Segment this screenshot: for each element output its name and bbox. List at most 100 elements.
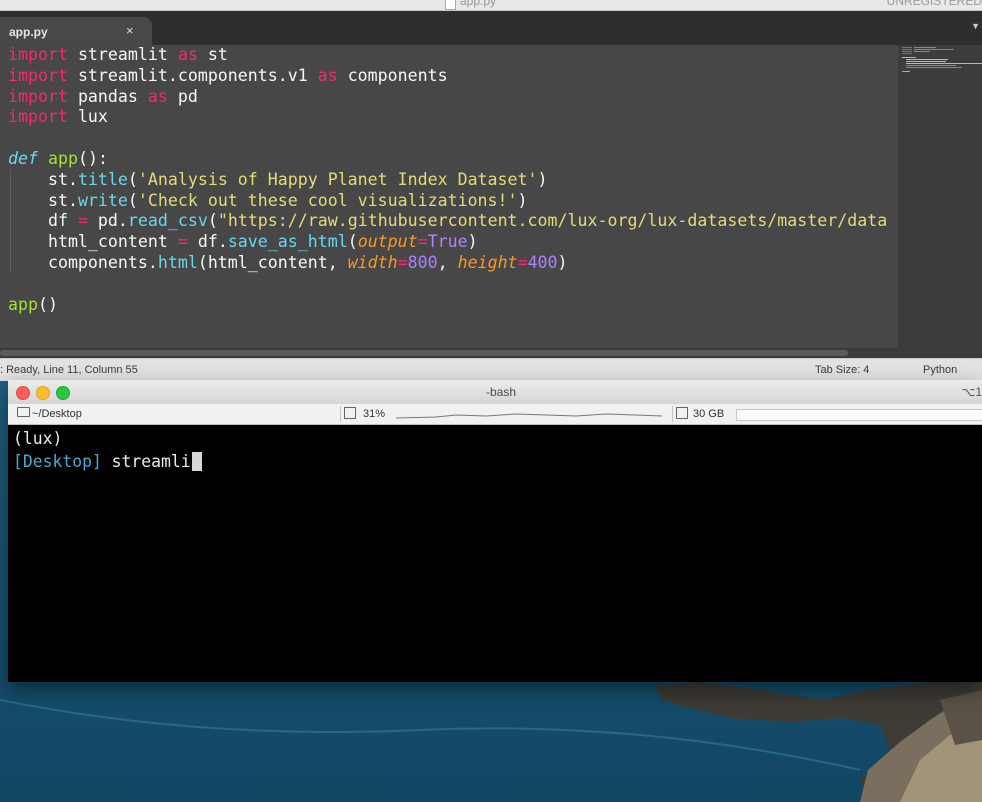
code-token: as [317,65,338,85]
code-token: width [347,252,398,272]
code-token: ) [557,252,568,272]
code-token: import [8,65,68,85]
prompt: [Desktop] [13,452,102,471]
cpu-usage: 31% [363,408,386,420]
code-token: as [147,86,168,106]
code-token: ) [537,169,548,189]
command-line[interactable]: [Desktop] streamli [13,452,202,471]
current-directory[interactable]: ~/Desktop [32,408,82,420]
code-line[interactable]: ​ [8,274,887,295]
memory-icon [676,407,688,419]
code-token: read_csv [127,211,208,231]
code-line[interactable]: ​ [8,128,887,149]
memory-usage: 30 GB [693,408,725,420]
scrollbar-thumb[interactable] [0,350,848,356]
code-token: df [8,211,78,231]
code-token: save_as_html [227,232,348,252]
code-token: import [8,86,68,106]
code-token: = [397,252,408,272]
code-line[interactable]: app() [8,295,887,316]
code-token: True [427,232,468,252]
code-token: write [77,190,128,210]
code-token: (html_content, [197,252,348,272]
code-line[interactable]: import streamlit as st [8,45,887,66]
code-token: st. [8,169,78,189]
chevron-down-icon[interactable]: ▼ [971,21,980,31]
code-token: pd [167,86,198,106]
shortcut-label: ⌥1 [961,385,982,399]
code-token: (): [77,148,108,168]
editor-titlebar: app.py UNREGISTERED [0,0,982,11]
code-line[interactable]: st.title('Analysis of Happy Planet Index… [8,170,887,191]
code-token: = [417,232,428,252]
divider [672,406,673,422]
code-token: import [8,107,68,127]
code-token: () [37,294,58,314]
terminal-titlebar: -bash ⌥1 [8,380,982,405]
status-text: : Ready, Line 11, Column 55 [0,364,138,376]
close-window-button[interactable] [16,386,30,400]
code-token: ( [127,169,138,189]
code-token: html [157,252,198,272]
terminal-output[interactable]: (lux) [Desktop] streamli [8,424,982,682]
cpu-graph [396,413,662,419]
code-text[interactable]: import streamlit as st import streamlit.c… [8,45,887,315]
editor-window-title: app.py [460,0,497,8]
code-token: height [457,252,518,272]
code-token: "https://raw.githubusercontent.com/lux-o… [217,211,888,231]
minimap[interactable] [898,45,982,348]
code-editor-window: app.py UNREGISTERED app.py × ▼ import st… [0,0,982,381]
close-icon[interactable]: × [126,23,134,38]
code-token: app [8,294,38,314]
unregistered-label: UNREGISTERED [886,0,982,8]
code-token: lux [67,107,108,127]
status-bar: : Ready, Line 11, Column 55 Tab Size: 4 … [0,358,982,381]
tab-app-py[interactable]: app.py × [0,17,152,45]
memory-graph [736,409,982,421]
cpu-icon [344,407,356,419]
code-line[interactable]: html_content = df.save_as_html(output=Tr… [8,232,887,253]
tab-size-selector[interactable]: Tab Size: 4 [815,364,869,376]
code-token: components. [8,252,158,272]
code-area[interactable]: import streamlit as st import streamlit.c… [0,45,898,348]
code-token: as [177,45,198,64]
code-token: ( [347,232,358,252]
code-token: 800 [407,252,438,272]
code-line[interactable]: components.html(html_content, width=800,… [8,253,887,274]
maximize-window-button[interactable] [56,386,70,400]
code-token: output [357,232,418,252]
folder-icon [17,407,30,417]
code-line[interactable]: import streamlit.components.v1 as compon… [8,66,887,87]
code-token: streamlit.components.v1 [67,65,318,85]
code-token: 'Analysis of Happy Planet Index Dataset' [137,169,538,189]
code-line[interactable]: def app(): [8,149,887,170]
code-token: streamlit [67,45,178,64]
code-token: st. [8,190,78,210]
code-token: import [8,45,68,64]
code-token: components [337,65,448,85]
code-token: 'Check out these cool visualizations!' [137,190,518,210]
code-token: df. [187,232,228,252]
horizontal-scrollbar[interactable] [0,348,982,358]
code-line[interactable]: st.write('Check out these cool visualiza… [8,191,887,212]
text-cursor [191,452,202,471]
code-token: app [47,148,78,168]
syntax-selector[interactable]: Python [923,364,957,376]
code-line[interactable]: import lux [8,107,887,128]
file-icon [445,0,456,10]
code-line[interactable]: import pandas as pd [8,87,887,108]
code-token: ) [467,232,478,252]
code-token: 400 [527,252,558,272]
code-token: st [197,45,228,64]
code-token: , [437,252,458,272]
code-token: ( [207,211,218,231]
code-line[interactable]: df = pd.read_csv("https://raw.githubuser… [8,211,887,232]
command-text: streamli [101,452,191,471]
code-token: html_content [8,232,178,252]
code-token: title [77,169,128,189]
code-token: ) [517,190,528,210]
editor-tab-bar: app.py × ▼ [0,11,982,45]
code-token: pandas [67,86,148,106]
minimize-window-button[interactable] [36,386,50,400]
code-token: = [177,232,188,252]
